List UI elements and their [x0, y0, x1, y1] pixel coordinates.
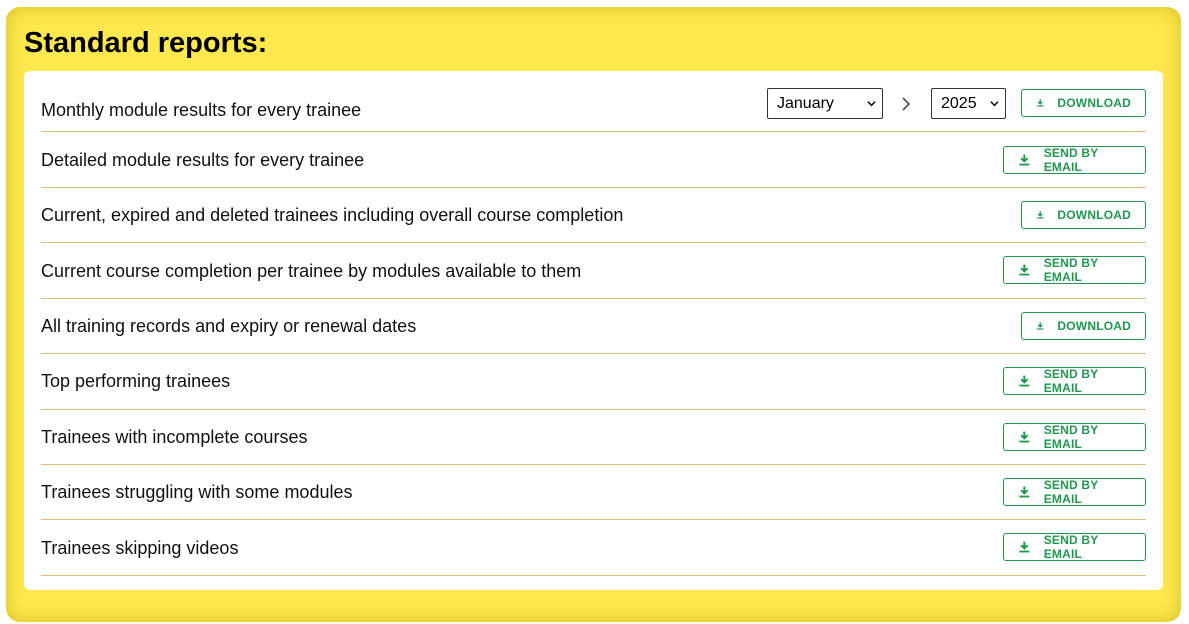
download-icon — [1019, 541, 1030, 553]
download-icon — [1036, 322, 1044, 330]
report-label: Trainees struggling with some modules — [41, 482, 353, 502]
send-by-email-button[interactable]: SEND BY EMAIL — [1003, 146, 1146, 174]
download-icon — [1036, 211, 1044, 219]
chevron-right-icon[interactable] — [899, 95, 913, 113]
download-button-label: DOWNLOAD — [1057, 319, 1131, 333]
report-row: Current course completion per trainee by… — [41, 243, 1146, 299]
send-by-email-button-label: SEND BY EMAIL — [1043, 478, 1099, 506]
download-icon — [1036, 99, 1044, 107]
report-label: Top performing trainees — [41, 371, 231, 391]
send-by-email-button[interactable]: SEND BY EMAIL — [1003, 478, 1146, 506]
download-icon — [1019, 154, 1030, 166]
report-label: Trainees skipping videos — [41, 538, 239, 558]
report-label: Monthly module results for every trainee — [41, 100, 362, 120]
report-row: Monthly module results for every trainee… — [41, 71, 1146, 132]
month-select-value: January — [777, 94, 834, 112]
chevron-down-icon — [867, 101, 876, 107]
standard-reports-panel: Standard reports: Monthly module results… — [6, 7, 1181, 622]
send-by-email-button-label: SEND BY EMAIL — [1043, 533, 1099, 561]
report-label: Current course completion per trainee by… — [41, 261, 582, 281]
download-button[interactable]: DOWNLOAD — [1021, 89, 1146, 117]
download-button[interactable]: DOWNLOAD — [1021, 312, 1146, 340]
reports-card: Monthly module results for every trainee… — [24, 71, 1163, 590]
report-label: Current, expired and deleted trainees in… — [41, 205, 624, 225]
year-select[interactable]: 2025 — [931, 88, 1006, 119]
report-row: Top performing trainees SEND BY EMAIL — [41, 354, 1146, 410]
download-icon — [1019, 375, 1030, 387]
report-label: All training records and expiry or renew… — [41, 316, 417, 336]
download-icon — [1019, 431, 1030, 443]
download-button-label: DOWNLOAD — [1057, 208, 1131, 222]
chevron-down-icon — [990, 101, 999, 107]
send-by-email-button[interactable]: SEND BY EMAIL — [1003, 533, 1146, 561]
send-by-email-button-label: SEND BY EMAIL — [1043, 256, 1099, 284]
download-button[interactable]: DOWNLOAD — [1021, 201, 1146, 229]
report-row: Current, expired and deleted trainees in… — [41, 188, 1146, 243]
download-button-label: DOWNLOAD — [1057, 96, 1131, 110]
send-by-email-button-label: SEND BY EMAIL — [1043, 367, 1099, 395]
send-by-email-button[interactable]: SEND BY EMAIL — [1003, 256, 1146, 284]
send-by-email-button-label: SEND BY EMAIL — [1043, 423, 1099, 451]
download-icon — [1019, 486, 1030, 498]
month-select[interactable]: January — [767, 88, 883, 119]
report-row: Trainees with incomplete courses SEND BY… — [41, 410, 1146, 465]
send-by-email-button-label: SEND BY EMAIL — [1043, 146, 1099, 174]
report-label: Trainees with incomplete courses — [41, 427, 308, 447]
report-row: Detailed module results for every traine… — [41, 132, 1146, 188]
report-label: Detailed module results for every traine… — [41, 150, 365, 170]
send-by-email-button[interactable]: SEND BY EMAIL — [1003, 367, 1146, 395]
send-by-email-button[interactable]: SEND BY EMAIL — [1003, 423, 1146, 451]
panel-title: Standard reports: — [24, 27, 268, 59]
report-row: Trainees skipping videos SEND BY EMAIL — [41, 520, 1146, 576]
download-icon — [1019, 264, 1030, 276]
report-row: Trainees struggling with some modules SE… — [41, 465, 1146, 520]
report-row: All training records and expiry or renew… — [41, 299, 1146, 354]
year-select-value: 2025 — [941, 94, 977, 112]
